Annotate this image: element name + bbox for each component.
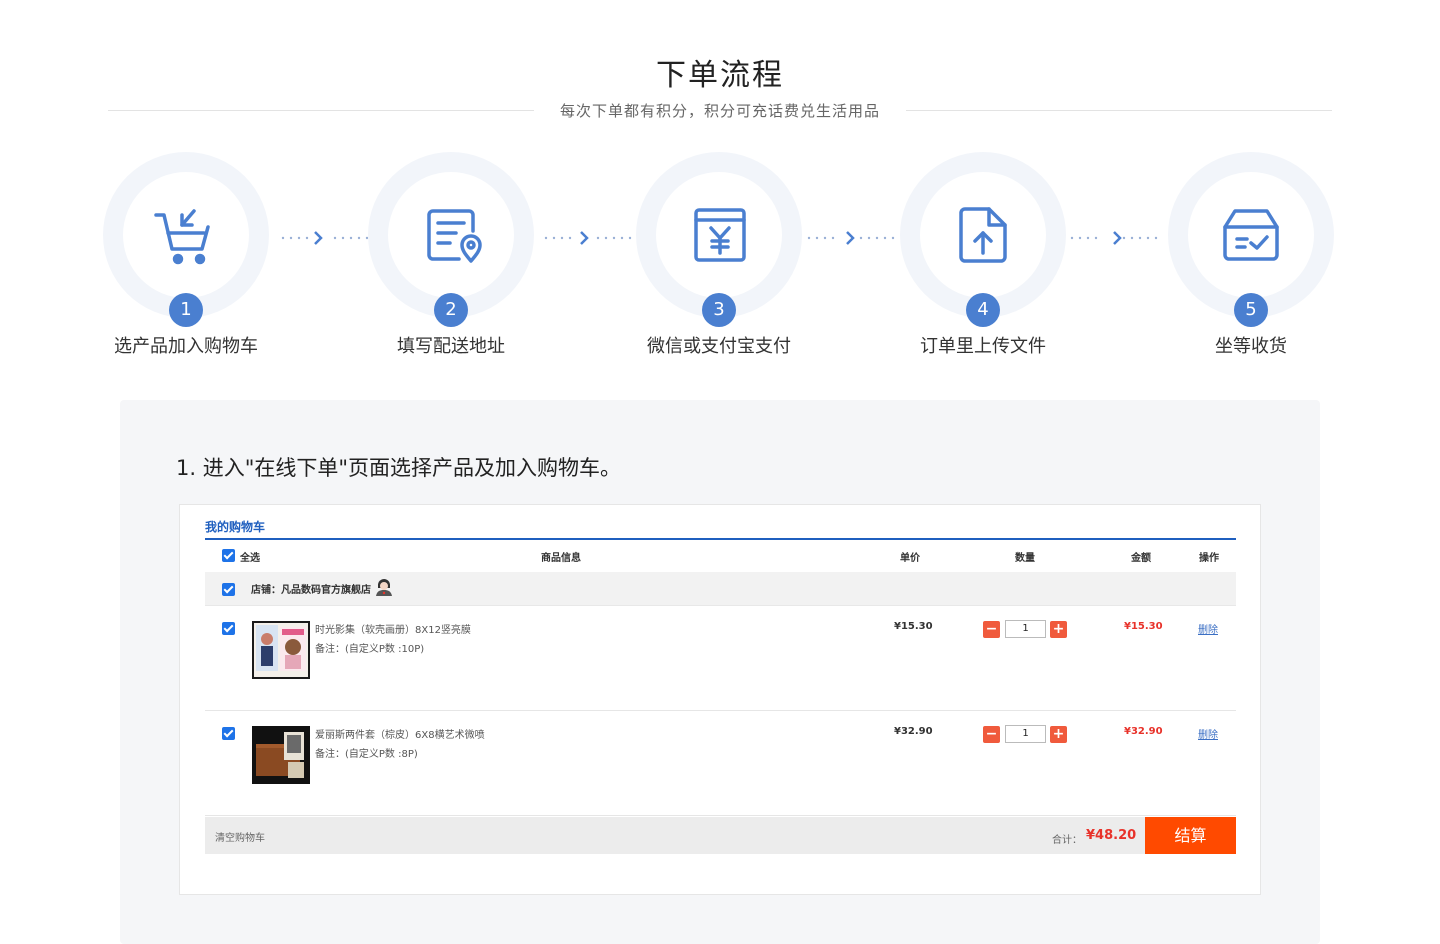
step-number: 4	[966, 293, 1000, 327]
store-avatar-icon	[376, 579, 392, 596]
qty-input[interactable]: 1	[1005, 725, 1046, 743]
step-label: 填写配送地址	[397, 336, 505, 357]
col-product-info: 商品信息	[541, 553, 581, 564]
col-unit-price: 单价	[900, 553, 920, 564]
qty-increment-button[interactable]: +	[1050, 621, 1067, 638]
col-amount: 金额	[1131, 553, 1151, 564]
item-unit-price: ¥32.90	[894, 726, 933, 737]
product-thumbnail[interactable]	[252, 621, 310, 679]
item-name[interactable]: 爱丽斯两件套（棕皮）6X8横艺术微喷	[315, 726, 485, 741]
instruction-heading: 1. 进入"在线下单"页面选择产品及加入购物车。	[176, 456, 622, 480]
arrow-connector	[807, 231, 895, 245]
item-total: ¥32.90	[1124, 726, 1163, 737]
cart-icon	[154, 209, 210, 265]
item-checkbox[interactable]	[222, 622, 235, 635]
qty-increment-button[interactable]: +	[1050, 726, 1067, 743]
subtitle-row: 每次下单都有积分，积分可充话费兑生活用品	[108, 100, 1332, 120]
step-number: 1	[169, 293, 203, 327]
arrow-connector	[281, 231, 369, 245]
address-doc-icon	[427, 209, 482, 263]
item-note: 备注：(自定义P数 :10P)	[315, 644, 425, 655]
receive-box-icon	[1223, 209, 1279, 261]
step-number: 5	[1234, 293, 1268, 327]
divider-right	[906, 110, 1332, 111]
product-thumbnail[interactable]	[252, 726, 310, 784]
page-title: 下单流程	[656, 58, 784, 93]
step-1: 1 选产品加入购物车	[103, 152, 269, 362]
item-total: ¥15.30	[1124, 621, 1163, 632]
qty-decrement-button[interactable]: −	[983, 621, 1000, 638]
item-unit-price: ¥15.30	[894, 621, 933, 632]
upload-file-icon	[959, 207, 1007, 263]
delete-link[interactable]: 删除	[1198, 726, 1218, 741]
step-label: 坐等收货	[1215, 336, 1287, 357]
step-4: 4 订单里上传文件	[900, 152, 1066, 362]
item-note: 备注：(自定义P数 :8P)	[315, 749, 418, 760]
qty-decrement-button[interactable]: −	[983, 726, 1000, 743]
clear-cart-link[interactable]: 清空购物车	[215, 829, 265, 844]
cart-title: 我的购物车	[205, 520, 266, 534]
step-5: 5 坐等收货	[1168, 152, 1334, 362]
step-number: 3	[702, 293, 736, 327]
col-select-all: 全选	[240, 553, 260, 564]
step-3: 3 微信或支付宝支付	[636, 152, 802, 362]
yuan-payment-icon	[694, 208, 746, 262]
step-label: 微信或支付宝支付	[647, 336, 791, 357]
store-name: 店铺：凡品数码官方旗舰店	[251, 585, 371, 596]
step-number: 2	[434, 293, 468, 327]
select-all-checkbox[interactable]	[222, 549, 235, 562]
step-label: 订单里上传文件	[920, 336, 1046, 357]
arrow-connector	[544, 231, 632, 245]
delete-link[interactable]: 删除	[1198, 621, 1218, 636]
arrow-connector	[1070, 231, 1158, 245]
item-name[interactable]: 时光影集（软壳画册）8X12竖亮膜	[315, 621, 471, 636]
total-label: 合计：	[1052, 835, 1082, 846]
item-checkbox[interactable]	[222, 727, 235, 740]
cart-title-underline	[205, 538, 1236, 540]
step-2: 2 填写配送地址	[368, 152, 534, 362]
checkout-button[interactable]: 结算	[1145, 817, 1236, 854]
store-checkbox[interactable]	[222, 583, 235, 596]
total-value: ¥48.20	[1086, 828, 1137, 843]
step-label: 选产品加入购物车	[114, 336, 258, 357]
col-quantity: 数量	[1015, 553, 1035, 564]
qty-input[interactable]: 1	[1005, 620, 1046, 638]
col-action: 操作	[1199, 553, 1219, 564]
